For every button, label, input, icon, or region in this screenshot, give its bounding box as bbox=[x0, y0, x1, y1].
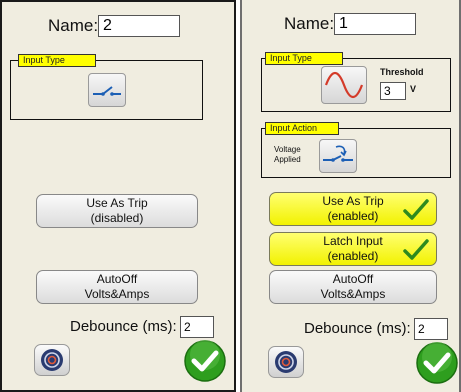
ok-button[interactable] bbox=[415, 341, 459, 385]
use-as-trip-label: Use As Trip bbox=[86, 196, 148, 210]
name-input[interactable] bbox=[98, 15, 180, 37]
enabled-check-icon bbox=[403, 239, 429, 260]
input-type-group: Input Type bbox=[10, 54, 203, 120]
input-action-tag: Input Action bbox=[265, 122, 339, 135]
sound-button[interactable] bbox=[268, 346, 304, 378]
right-panel: Name: Input Type Threshold V Input Actio… bbox=[240, 0, 461, 392]
open-contact-switch-icon bbox=[93, 86, 121, 96]
speaker-icon bbox=[41, 349, 63, 371]
input-type-button[interactable] bbox=[321, 66, 367, 104]
debounce-input[interactable] bbox=[180, 316, 214, 338]
sound-button[interactable] bbox=[34, 344, 70, 376]
sine-wave-icon bbox=[324, 71, 364, 99]
input-action-group: Input Action Voltage Applied bbox=[261, 122, 451, 178]
use-as-trip-label: Use As Trip bbox=[322, 194, 384, 208]
use-as-trip-button[interactable]: Use As Trip (disabled) bbox=[36, 194, 198, 228]
threshold-unit: V bbox=[410, 84, 417, 94]
voltage-applied-line2: Applied bbox=[274, 155, 301, 164]
use-as-trip-state: (enabled) bbox=[327, 209, 379, 223]
autooff-label: AutoOff bbox=[332, 272, 374, 286]
input-type-tag: Input Type bbox=[18, 54, 96, 67]
use-as-trip-button[interactable]: Use As Trip (enabled) bbox=[269, 192, 437, 226]
enabled-check-icon bbox=[403, 199, 429, 220]
latch-input-label: Latch Input bbox=[323, 234, 383, 248]
input-action-button[interactable] bbox=[319, 139, 357, 173]
input-type-tag: Input Type bbox=[265, 52, 343, 65]
input-type-button[interactable] bbox=[88, 73, 126, 107]
autooff-sublabel: Volts&Amps bbox=[84, 287, 150, 301]
autooff-label: AutoOff bbox=[96, 272, 138, 286]
name-label: Name: bbox=[48, 16, 99, 35]
debounce-label: Debounce (ms): bbox=[70, 318, 177, 335]
closing-contact-switch-icon bbox=[323, 145, 353, 162]
threshold-input[interactable] bbox=[380, 82, 406, 100]
left-panel: Name: Input Type Use As Trip (disabled) … bbox=[0, 0, 236, 392]
autooff-sublabel: Volts&Amps bbox=[320, 287, 386, 301]
checkmark-icon bbox=[184, 340, 226, 382]
latch-input-state: (enabled) bbox=[327, 249, 379, 263]
autooff-button[interactable]: AutoOff Volts&Amps bbox=[269, 270, 437, 304]
input-type-group: Input Type Threshold V bbox=[261, 52, 451, 112]
ok-button[interactable] bbox=[183, 339, 227, 383]
checkmark-icon bbox=[416, 342, 458, 384]
threshold-label: Threshold bbox=[380, 67, 424, 77]
debounce-label: Debounce (ms): bbox=[304, 320, 411, 337]
speaker-icon bbox=[275, 351, 297, 373]
voltage-applied-label: Voltage Applied bbox=[274, 145, 308, 165]
name-input[interactable] bbox=[334, 13, 416, 35]
debounce-input[interactable] bbox=[414, 318, 448, 340]
voltage-applied-line1: Voltage bbox=[274, 145, 301, 154]
autooff-button[interactable]: AutoOff Volts&Amps bbox=[36, 270, 198, 304]
use-as-trip-state: (disabled) bbox=[90, 211, 144, 225]
name-label: Name: bbox=[284, 14, 335, 33]
latch-input-button[interactable]: Latch Input (enabled) bbox=[269, 232, 437, 266]
